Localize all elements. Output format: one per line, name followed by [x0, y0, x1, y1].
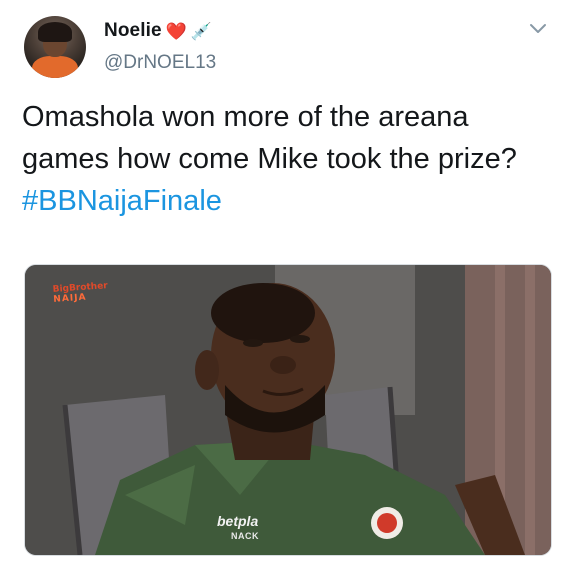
- avatar[interactable]: [24, 16, 86, 78]
- avatar-hair: [38, 22, 72, 42]
- shirt-sub-text: NACK: [231, 531, 259, 541]
- user-handle[interactable]: @DrNOEL13: [104, 52, 216, 74]
- tweet-media-image[interactable]: BigBrother NAIJA betpla NACK: [24, 264, 552, 556]
- hashtag-link[interactable]: #BBNaijaFinale: [22, 185, 222, 217]
- tweet-text: Omashola won more of the areana games ho…: [22, 96, 552, 222]
- heart-emoji-icon: ❤️: [165, 21, 187, 41]
- tweet-card[interactable]: Noelie ❤️ 💉 @DrNOEL13 Omashola won more …: [0, 0, 566, 570]
- tweet-text-body: Omashola won more of the areana games ho…: [22, 101, 517, 175]
- shirt-brand-text: betpla: [217, 513, 259, 529]
- author-name-row[interactable]: Noelie ❤️ 💉: [104, 20, 212, 42]
- avatar-shirt: [32, 56, 78, 78]
- bbnaija-logo: BigBrother NAIJA: [52, 281, 108, 305]
- syringe-emoji-icon: 💉: [190, 21, 212, 41]
- media-illustration: [25, 265, 551, 555]
- chevron-down-icon[interactable]: [528, 22, 548, 36]
- display-name[interactable]: Noelie: [104, 20, 162, 42]
